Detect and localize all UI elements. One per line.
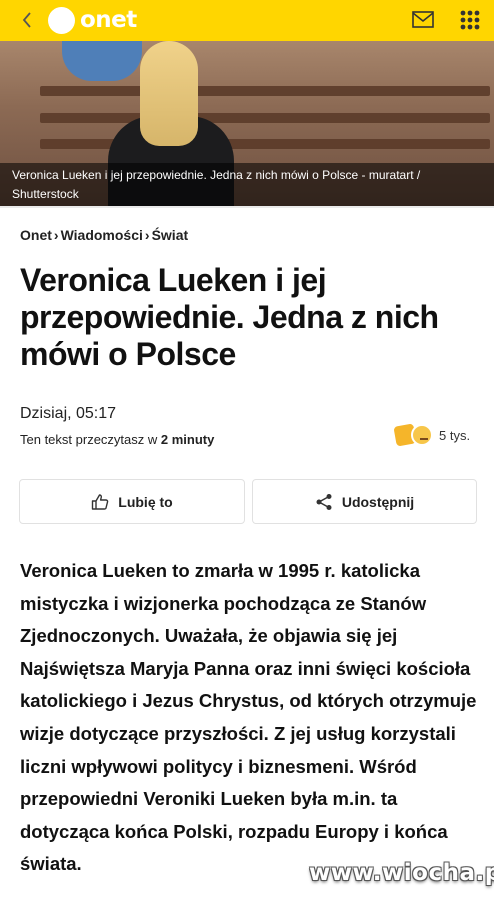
breadcrumb-item-wiadomosci[interactable]: Wiadomości (61, 227, 143, 243)
logo-text: onet (80, 7, 137, 33)
divider (0, 206, 494, 208)
apps-grid-icon[interactable] (459, 9, 481, 31)
share-label: Udostępnij (341, 493, 415, 510)
share-icon (316, 493, 332, 510)
share-button[interactable]: Udostępnij (252, 479, 477, 524)
read-time-value: 2 minuty (160, 432, 215, 447)
hero-image[interactable]: Veronica Lueken i jej przepowiednie. Jed… (0, 41, 494, 206)
breadcrumb-item-onet[interactable]: Onet (20, 227, 52, 243)
background-figure (62, 41, 142, 81)
top-bar: onet (0, 0, 494, 41)
breadcrumb-separator: › (53, 227, 59, 243)
like-button[interactable]: Lubię to (19, 479, 245, 524)
article-title: Veronica Lueken i jej przepowiednie. Jed… (20, 262, 439, 372)
reactions[interactable]: 5 tys. (393, 423, 471, 447)
person-hair (140, 41, 198, 146)
bench-decoration (40, 113, 490, 123)
thumbs-up-icon (92, 493, 109, 510)
like-label: Lubię to (118, 493, 173, 510)
breadcrumb: Onet › Wiadomości › Świat (20, 227, 188, 243)
breadcrumb-separator: › (144, 227, 150, 243)
breadcrumb-item-swiat[interactable]: Świat (152, 227, 189, 243)
logo-circle (48, 6, 75, 34)
read-time-prefix: Ten tekst przeczytasz w (20, 432, 161, 447)
bench-decoration (40, 86, 490, 96)
back-chevron-icon[interactable] (16, 8, 38, 32)
mail-icon[interactable] (410, 9, 436, 31)
watermark: www.wiocha.pl (309, 860, 494, 886)
image-caption: Veronica Lueken i jej przepowiednie. Jed… (0, 163, 494, 206)
bench-decoration (40, 139, 490, 149)
onet-logo[interactable]: onet (48, 5, 137, 35)
publish-date: Dzisiaj, 05:17 (20, 405, 117, 422)
article-lead: Veronica Lueken to zmarła w 1995 r. kato… (20, 560, 477, 875)
thinking-emoji-icon (411, 424, 433, 446)
reactions-count: 5 tys. (439, 427, 471, 443)
read-time: Ten tekst przeczytasz w 2 minuty (20, 432, 214, 447)
